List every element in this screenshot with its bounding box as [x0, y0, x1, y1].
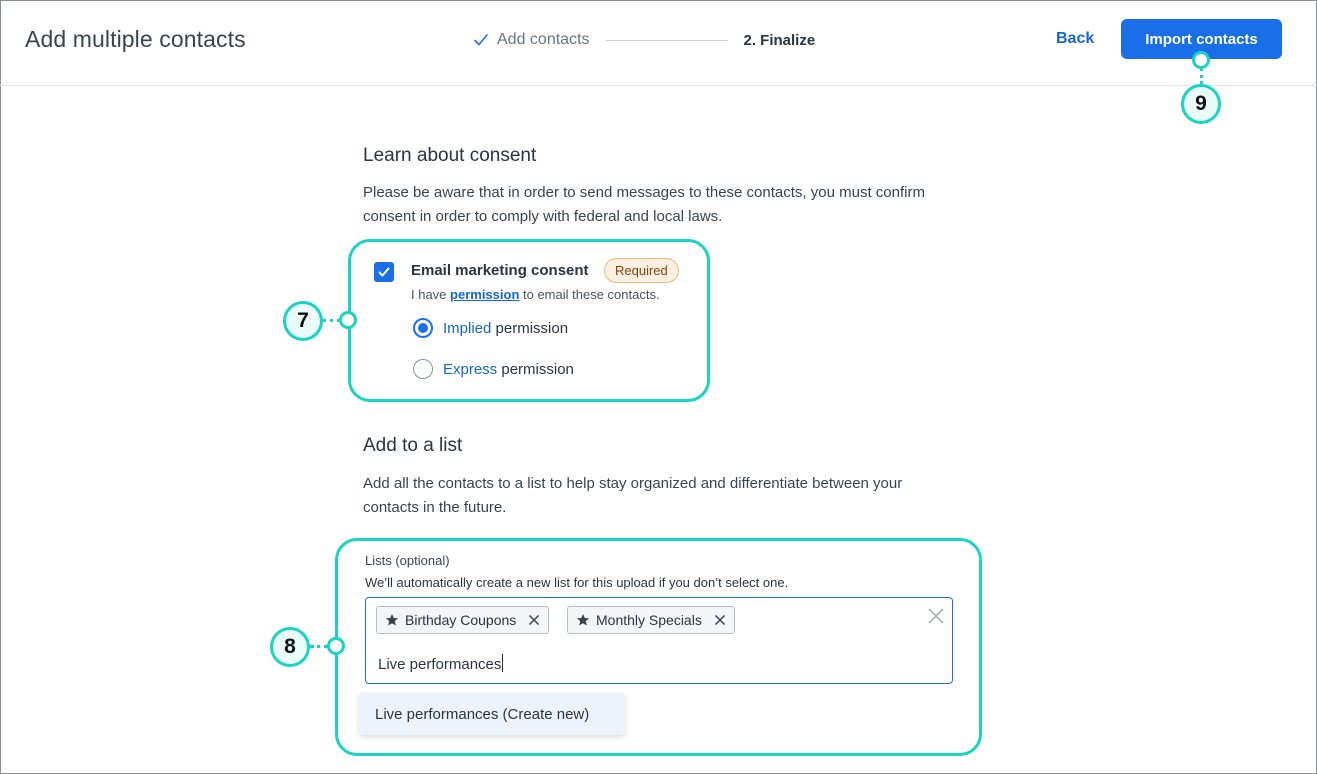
permission-link[interactable]: permission [450, 287, 519, 302]
list-chip-label: Monthly Specials [596, 612, 702, 628]
express-permission-label[interactable]: Express permission [443, 361, 574, 378]
back-button[interactable]: Back [1056, 30, 1094, 48]
express-permission-radio[interactable] [413, 359, 433, 379]
list-chip: Birthday Coupons [376, 606, 550, 634]
callout-9: 9 [1181, 84, 1221, 124]
callout-8: 8 [270, 627, 310, 667]
check-icon [474, 34, 488, 46]
lists-title: Add to a list [363, 435, 463, 456]
consent-subtext-suffix: to email these contacts. [519, 287, 660, 302]
list-chip-label: Birthday Coupons [405, 612, 517, 628]
callout-connector [323, 319, 340, 322]
callout-connector [310, 645, 328, 648]
callout-connector [1200, 68, 1203, 84]
lists-tag-input[interactable]: Birthday Coupons Monthly Specials Live p… [365, 597, 953, 684]
lists-typed-text: Live performances [378, 654, 504, 673]
step-connector [605, 39, 728, 41]
email-consent-label: Email marketing consent [411, 262, 589, 279]
express-keyword: Express [443, 361, 498, 378]
consent-title: Learn about consent [363, 145, 537, 166]
list-chip: Monthly Specials [567, 606, 735, 634]
text-caret [502, 654, 504, 672]
implied-permission-label[interactable]: Implied permission [443, 320, 568, 337]
remove-chip-icon[interactable] [714, 614, 726, 626]
implied-keyword: Implied [443, 320, 492, 337]
email-consent-checkbox[interactable] [374, 262, 394, 282]
required-badge: Required [604, 258, 679, 283]
callout-anchor-dot [1192, 51, 1210, 69]
remove-chip-icon[interactable] [528, 614, 540, 626]
step-add-contacts[interactable]: Add contacts [497, 31, 590, 49]
create-list-option[interactable]: Live performances (Create new) [359, 693, 625, 735]
callout-7: 7 [283, 301, 323, 341]
callout-anchor-dot [339, 311, 357, 329]
callout-anchor-dot [327, 637, 345, 655]
stepper: Add contacts 2. Finalize [472, 30, 815, 50]
consent-subtext-prefix: I have [411, 287, 451, 302]
clear-all-icon[interactable] [927, 607, 945, 625]
lists-description: Add all the contacts to a list to help s… [363, 475, 903, 516]
implied-rest: permission [491, 320, 569, 337]
step-finalize: 2. Finalize [743, 31, 816, 49]
consent-description: Please be aware that in order to send me… [363, 184, 925, 225]
star-icon [577, 614, 589, 626]
implied-permission-radio[interactable] [413, 318, 433, 338]
checkmark-icon [378, 267, 390, 277]
page-title: Add multiple contacts [25, 26, 246, 52]
lists-field-help: We’ll automatically create a new list fo… [365, 575, 789, 590]
express-rest: permission [497, 361, 574, 378]
page-header: Add multiple contacts Add contacts 2. Fi… [0, 0, 1317, 86]
star-icon [386, 614, 398, 626]
lists-field-label: Lists (optional) [365, 553, 450, 568]
consent-subtext: I have permission to email these contact… [411, 287, 660, 302]
lists-typed-value: Live performances [378, 656, 502, 673]
